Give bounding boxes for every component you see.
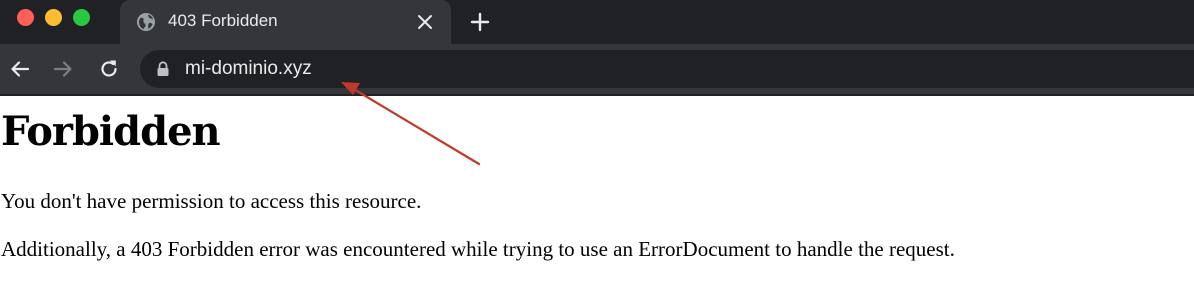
address-bar[interactable]: mi-dominio.xyz <box>140 50 1194 88</box>
toolbar: mi-dominio.xyz <box>0 44 1194 96</box>
tab-strip: 403 Forbidden <box>0 0 1194 44</box>
close-window-button[interactable] <box>17 9 34 26</box>
page-heading: Forbidden <box>1 108 221 155</box>
close-icon[interactable] <box>416 13 434 31</box>
plus-icon[interactable] <box>469 11 491 33</box>
lock-icon[interactable] <box>156 61 170 77</box>
minimize-window-button[interactable] <box>45 9 62 26</box>
tab-title: 403 Forbidden <box>168 11 278 30</box>
arrow-right-icon[interactable] <box>52 58 74 80</box>
permission-message: You don't have permission to access this… <box>1 189 422 213</box>
arrow-left-icon[interactable] <box>9 58 31 80</box>
url-text[interactable]: mi-dominio.xyz <box>185 58 312 80</box>
globe-icon <box>137 13 155 31</box>
page-content: Forbidden You don't have permission to a… <box>0 96 1194 288</box>
reload-icon[interactable] <box>98 58 120 80</box>
browser-window: 403 Forbidden mi-dominio.xyz Forbidden Y… <box>0 0 1194 288</box>
browser-tab[interactable]: 403 Forbidden <box>120 0 451 44</box>
maximize-window-button[interactable] <box>73 9 90 26</box>
error-document-message: Additionally, a 403 Forbidden error was … <box>1 237 955 261</box>
